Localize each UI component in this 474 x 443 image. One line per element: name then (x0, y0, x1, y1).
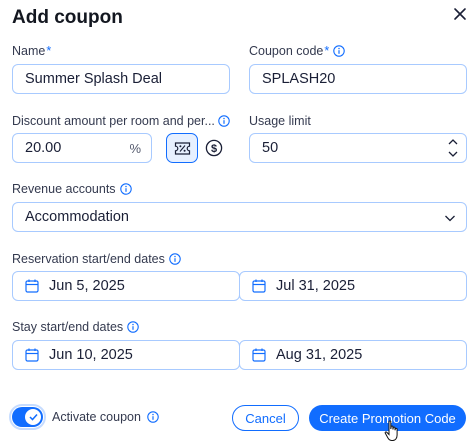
usage-limit-stepper[interactable] (448, 138, 458, 158)
chevron-down-icon[interactable] (448, 151, 458, 158)
info-icon[interactable] (218, 115, 230, 127)
info-icon[interactable] (119, 183, 132, 195)
chevron-down-icon (445, 215, 455, 222)
activate-coupon-toggle[interactable] (9, 404, 46, 430)
close-icon[interactable] (451, 5, 469, 23)
discount-amount-input[interactable]: 20.00 % (12, 133, 152, 163)
cancel-button[interactable]: Cancel (232, 405, 299, 431)
percentage-type-button[interactable] (166, 133, 198, 163)
info-icon[interactable] (127, 321, 139, 333)
name-input[interactable]: Summer Splash Deal (12, 64, 230, 94)
activate-coupon-label: Activate coupon (52, 410, 159, 424)
required-mark: * (46, 44, 52, 58)
hand-pointer-cursor-icon (384, 420, 398, 441)
reservation-end-date-input[interactable]: Jul 31, 2025 (239, 271, 467, 301)
info-icon[interactable] (333, 45, 345, 57)
revenue-accounts-dropdown[interactable]: Accommodation (12, 202, 467, 232)
coupon-code-input[interactable]: SPLASH20 (249, 64, 467, 94)
required-mark: * (324, 44, 330, 58)
usage-limit-label: Usage limit (249, 114, 311, 128)
info-icon[interactable] (147, 411, 159, 423)
fixed-amount-type-button[interactable]: $ (198, 133, 230, 163)
percent-suffix: % (129, 141, 141, 156)
dollar-coin-icon: $ (205, 139, 223, 157)
coupon-code-label: Coupon code * (249, 44, 345, 58)
calendar-icon (252, 279, 266, 293)
name-label: Name * (12, 44, 52, 58)
calendar-icon (25, 279, 39, 293)
calendar-icon (25, 348, 39, 362)
reservation-dates-label: Reservation start/end dates (12, 252, 181, 266)
info-icon[interactable] (169, 253, 181, 265)
stay-start-date-input[interactable]: Jun 10, 2025 (12, 340, 240, 370)
dialog-title: Add coupon (12, 7, 123, 28)
coupon-ticket-icon (174, 141, 190, 155)
svg-text:$: $ (211, 143, 217, 155)
usage-limit-input[interactable]: 50 (249, 133, 467, 163)
calendar-icon (252, 348, 266, 362)
revenue-accounts-label: Revenue accounts (12, 182, 132, 196)
chevron-up-icon[interactable] (448, 138, 458, 145)
checkmark-icon (28, 413, 38, 421)
stay-end-date-input[interactable]: Aug 31, 2025 (239, 340, 467, 370)
reservation-start-date-input[interactable]: Jun 5, 2025 (12, 271, 240, 301)
stay-dates-label: Stay start/end dates (12, 320, 139, 334)
toggle-knob (25, 409, 41, 425)
discount-label: Discount amount per room and per... (12, 114, 230, 128)
